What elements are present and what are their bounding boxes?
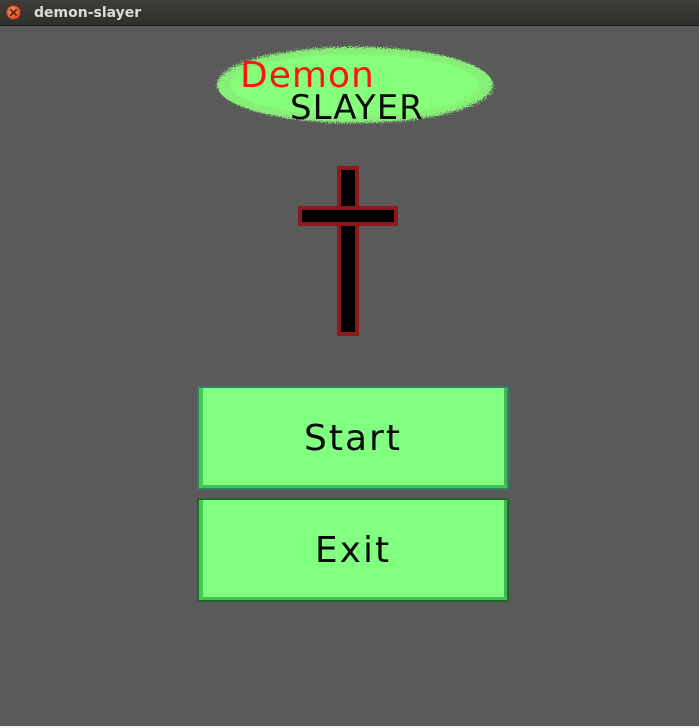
cross-icon	[298, 166, 398, 336]
game-canvas: Demon SLAYER Start Exit	[0, 26, 699, 726]
close-window-button[interactable]	[6, 5, 21, 20]
game-logo: Demon SLAYER	[212, 42, 498, 128]
game-window: demon-slayer Demon SLAYER Start Exit	[0, 0, 699, 728]
exit-button[interactable]: Exit	[197, 498, 509, 602]
logo-text-slayer: SLAYER	[290, 88, 424, 128]
start-button[interactable]: Start	[197, 386, 509, 490]
title-bar: demon-slayer	[0, 0, 699, 26]
close-icon	[10, 9, 17, 16]
window-title: demon-slayer	[34, 5, 142, 21]
